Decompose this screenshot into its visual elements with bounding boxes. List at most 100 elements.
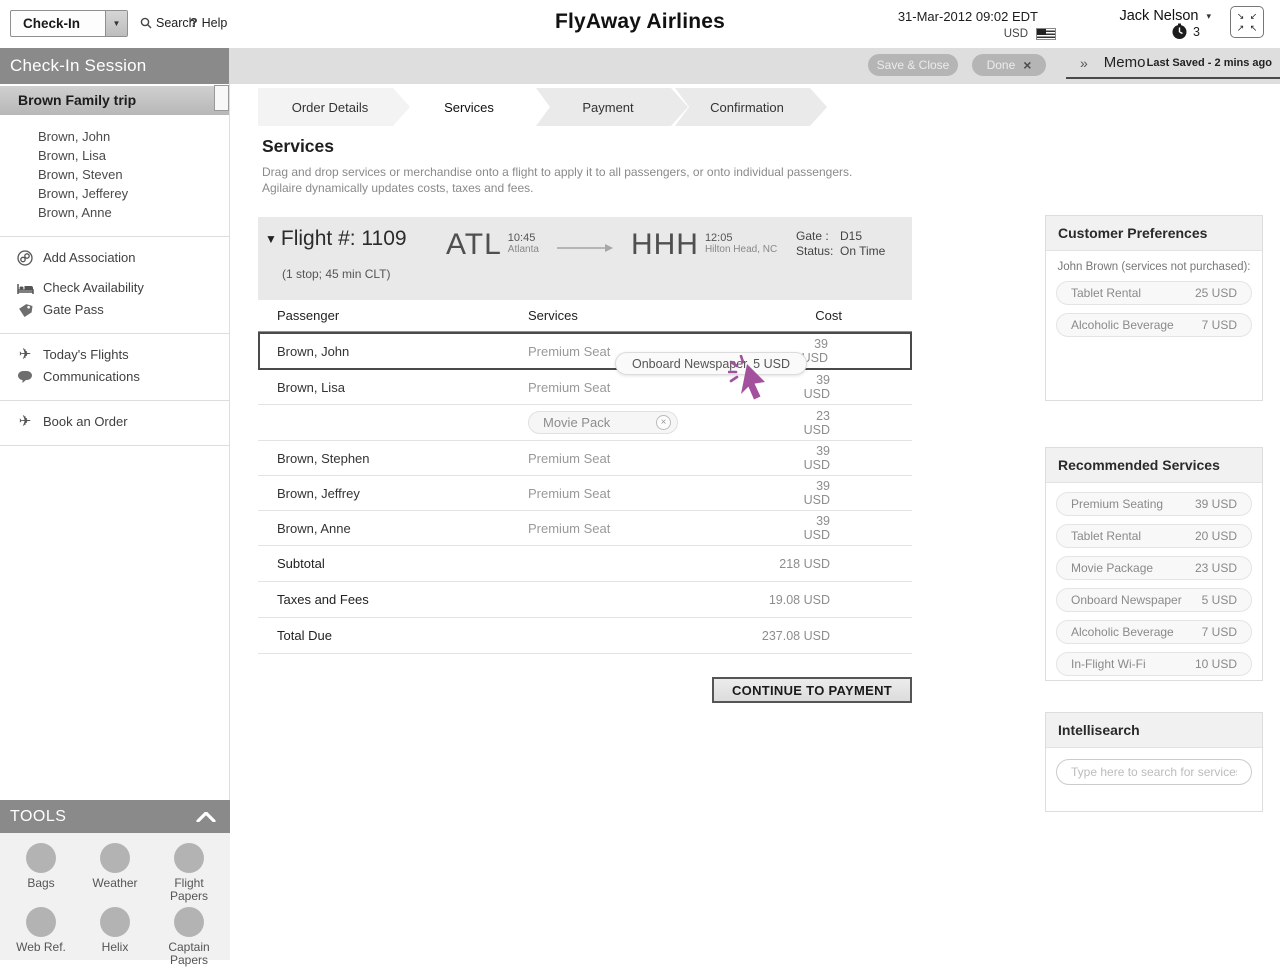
- status-value: On Time: [840, 244, 885, 259]
- table-row[interactable]: Brown, Jeffrey Premium Seat 39 USD: [258, 476, 912, 511]
- passenger-item[interactable]: Brown, Lisa: [38, 146, 229, 165]
- main-content: Order Details Services Payment Confirmat…: [230, 84, 1280, 960]
- currency-code: USD: [1004, 28, 1028, 40]
- service-cell: Premium Seat: [528, 451, 798, 466]
- sidebar-item-todays-flights[interactable]: ✈ Today's Flights: [16, 344, 229, 366]
- service-pill-tablet-rental[interactable]: Tablet Rental 20 USD: [1056, 524, 1252, 548]
- arrow-ne-icon: ↗: [1237, 24, 1245, 33]
- cost-cell: 39 USD: [798, 337, 910, 365]
- subtotal-row: Subtotal 218 USD: [258, 546, 912, 582]
- service-pill-inflight-wifi[interactable]: In-Flight Wi-Fi 10 USD: [1056, 652, 1252, 676]
- gate-value: D15: [840, 229, 862, 244]
- trip-item-brown-family[interactable]: Brown Family trip: [0, 86, 229, 115]
- search-button[interactable]: Search: [140, 16, 196, 30]
- sidebar-item-label: Check Availability: [43, 277, 144, 299]
- tool-web-ref[interactable]: Web Ref.: [4, 903, 78, 967]
- page-description: Drag and drop services or merchandise on…: [262, 164, 852, 196]
- table-row[interactable]: Brown, Stephen Premium Seat 39 USD: [258, 441, 912, 476]
- flight-collapse-toggle[interactable]: ▼ Flight #: 1109: [265, 227, 407, 251]
- service-pill-premium-seating[interactable]: Premium Seating 39 USD: [1056, 492, 1252, 516]
- workflow-steps: Order Details Services Payment Confirmat…: [258, 88, 827, 126]
- service-search-input[interactable]: [1056, 759, 1252, 785]
- chevron-down-icon[interactable]: ▼: [105, 11, 127, 36]
- step-confirmation[interactable]: Confirmation: [675, 88, 827, 126]
- sidebar-item-communications[interactable]: Communications: [16, 366, 229, 388]
- tool-captain-papers[interactable]: Captain Papers: [152, 903, 226, 967]
- collapse-window-button[interactable]: ↘ ↙ ↗ ↖: [1230, 6, 1264, 38]
- table-row[interactable]: Brown, Lisa Premium Seat 39 USD: [258, 370, 912, 405]
- tools-grid: Bags Weather Flight Papers Web Ref. Heli…: [0, 833, 230, 960]
- done-button[interactable]: Done ×: [972, 54, 1046, 76]
- sidebar-item-book-an-order[interactable]: ✈ Book an Order: [16, 411, 229, 433]
- currency-display: USD: [1004, 28, 1056, 40]
- sidebar-item-label: Communications: [43, 366, 140, 388]
- chevron-up-icon[interactable]: [196, 812, 216, 822]
- flight-number: Flight #: 1109: [281, 227, 407, 251]
- user-menu[interactable]: Jack Nelson ▾: [1119, 8, 1211, 24]
- flight-card: ▼ Flight #: 1109 (1 stop; 45 min CLT) AT…: [258, 217, 912, 654]
- subtotal-label: Subtotal: [277, 556, 595, 571]
- memo-button[interactable]: Memo: [1104, 54, 1146, 71]
- passenger-item[interactable]: Brown, Jefferey: [38, 184, 229, 203]
- service-price: 10 USD: [1195, 657, 1237, 671]
- plane-icon: ✈: [16, 414, 34, 430]
- command-strip: Save & Close Done × » Memo Last Saved - …: [230, 48, 1280, 84]
- module-selector-dropdown[interactable]: Check-In ▼: [10, 10, 128, 37]
- flight-status-block: Gate : D15 Status: On Time: [796, 229, 885, 259]
- table-row-drop-target[interactable]: Brown, John Premium Seat 39 USD: [258, 332, 912, 370]
- service-pill-alcoholic-beverage[interactable]: Alcoholic Beverage 7 USD: [1056, 620, 1252, 644]
- tool-helix[interactable]: Helix: [78, 903, 152, 967]
- service-label: Onboard Newspaper: [1071, 593, 1182, 607]
- tools-header[interactable]: TOOLS: [0, 800, 230, 833]
- movie-pack-pill[interactable]: Movie Pack ×: [528, 411, 678, 434]
- passenger-cell: Brown, Lisa: [277, 380, 528, 395]
- close-icon: ×: [1023, 57, 1031, 73]
- service-price: 20 USD: [1195, 529, 1237, 543]
- service-cell: Premium Seat: [528, 521, 798, 536]
- step-services[interactable]: Services: [397, 88, 549, 126]
- passenger-item[interactable]: Brown, Anne: [38, 203, 229, 222]
- service-pill-onboard-newspaper[interactable]: Onboard Newspaper 5 USD: [1056, 588, 1252, 612]
- preference-pill-alcoholic-beverage[interactable]: Alcoholic Beverage 7 USD: [1056, 313, 1252, 337]
- origin-code: ATL: [446, 229, 502, 261]
- passenger-item[interactable]: Brown, John: [38, 127, 229, 146]
- flight-stops: (1 stop; 45 min CLT): [282, 267, 390, 281]
- timer-count: 3: [1193, 25, 1200, 39]
- tool-weather[interactable]: Weather: [78, 839, 152, 903]
- service-label: Tablet Rental: [1071, 286, 1141, 300]
- service-pill-movie-package[interactable]: Movie Package 23 USD: [1056, 556, 1252, 580]
- memo-expand-icon[interactable]: »: [1080, 55, 1088, 71]
- sidebar-item-add-association[interactable]: Add Association: [16, 247, 229, 269]
- dragged-service-price: 5 USD: [753, 357, 790, 371]
- destination-time: 12:05: [705, 232, 777, 244]
- remove-service-icon[interactable]: ×: [656, 415, 671, 430]
- step-order-details[interactable]: Order Details: [258, 88, 410, 126]
- passenger-list: Brown, John Brown, Lisa Brown, Steven Br…: [0, 115, 229, 236]
- save-close-button[interactable]: Save & Close: [868, 54, 958, 76]
- service-cell: Premium Seat: [528, 486, 798, 501]
- tool-flight-papers[interactable]: Flight Papers: [152, 839, 226, 903]
- us-flag-icon: [1036, 28, 1056, 40]
- timer-badge[interactable]: 3: [1171, 23, 1200, 40]
- dragged-service-pill[interactable]: Onboard Newspaper 5 USD: [615, 352, 807, 375]
- continue-to-payment-button[interactable]: CONTINUE TO PAYMENT: [712, 677, 912, 703]
- table-row[interactable]: Brown, Anne Premium Seat 39 USD: [258, 511, 912, 546]
- passenger-item[interactable]: Brown, Steven: [38, 165, 229, 184]
- search-icon: [140, 17, 152, 29]
- link-icon: [16, 250, 34, 266]
- service-label: Alcoholic Beverage: [1071, 625, 1174, 639]
- sidebar-item-label: Today's Flights: [43, 344, 129, 366]
- sidebar-scroll-tab[interactable]: [214, 85, 229, 111]
- step-payment[interactable]: Payment: [536, 88, 688, 126]
- timer-icon: [1171, 23, 1188, 40]
- help-button[interactable]: ? Help: [190, 16, 227, 30]
- sidebar-item-check-availability[interactable]: Check Availability: [16, 277, 229, 299]
- sidebar-item-gate-pass[interactable]: Gate Pass: [16, 299, 229, 321]
- service-price: 25 USD: [1195, 286, 1237, 300]
- tool-bags[interactable]: Bags: [4, 839, 78, 903]
- preference-pill-tablet-rental[interactable]: Tablet Rental 25 USD: [1056, 281, 1252, 305]
- total-due-row: Total Due 237.08 USD: [258, 618, 912, 654]
- service-price: 23 USD: [1195, 561, 1237, 575]
- tools-section: TOOLS Bags Weather Flight Papers Web Ref…: [0, 800, 230, 960]
- preferences-subtitle: John Brown (services not purchased):: [1046, 261, 1262, 273]
